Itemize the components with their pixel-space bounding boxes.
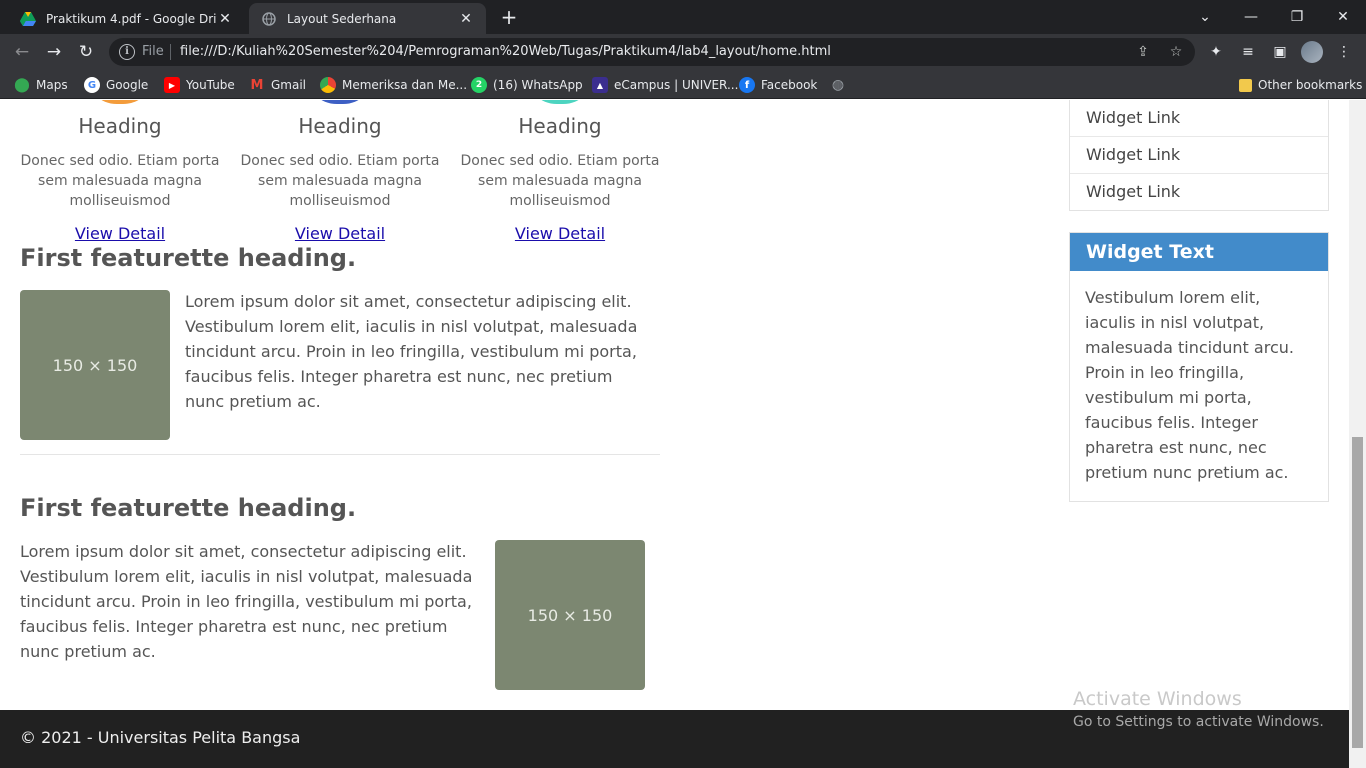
star-icon[interactable]: ☆ bbox=[1166, 42, 1186, 62]
column-text: Donec sed odio. Etiam porta sem malesuad… bbox=[20, 153, 220, 209]
folder-icon bbox=[1239, 78, 1252, 92]
media-icon[interactable]: ≡ bbox=[1238, 42, 1258, 62]
globe-icon: ◍ bbox=[831, 77, 845, 93]
new-tab-button[interactable]: + bbox=[498, 6, 520, 28]
tab-google-drive[interactable]: Praktikum 4.pdf - Google Drive ✕ bbox=[8, 3, 245, 34]
featurette-heading: First featurette heading. bbox=[20, 244, 357, 272]
bookmark-label: (16) WhatsApp bbox=[493, 78, 583, 92]
watermark-title: Activate Windows bbox=[1073, 688, 1242, 710]
other-bookmarks[interactable]: Other bookmarks bbox=[1239, 75, 1362, 95]
chrome-icon bbox=[320, 77, 336, 93]
page-viewport: Heading Donec sed odio. Etiam porta sem … bbox=[0, 100, 1366, 768]
google-icon: G bbox=[84, 77, 100, 93]
maps-icon: ⬤ bbox=[14, 77, 30, 93]
column-heading: Heading bbox=[298, 114, 382, 138]
url-scheme-label: File bbox=[142, 44, 164, 59]
browser-toolbar: ← → ↻ i File file:///D:/Kuliah%20Semeste… bbox=[0, 34, 1366, 70]
bookmarks-bar: ⬤ Maps G Google ▶ YouTube M Gmail Memeri… bbox=[0, 70, 1366, 99]
column-text: Donec sed odio. Etiam porta sem malesuad… bbox=[460, 153, 660, 209]
circle-image bbox=[525, 100, 595, 104]
menu-icon[interactable]: ⋮ bbox=[1334, 42, 1354, 62]
tab-title: Praktikum 4.pdf - Google Drive bbox=[46, 11, 217, 26]
bookmark-memeriksa[interactable]: Memeriksa dan Me... bbox=[320, 75, 467, 95]
close-icon[interactable]: ✕ bbox=[217, 11, 233, 27]
bookmark-maps[interactable]: ⬤ Maps bbox=[14, 75, 68, 95]
forward-icon[interactable]: → bbox=[42, 40, 66, 64]
featurette-image: 150 × 150 bbox=[20, 290, 170, 440]
tab-layout-sederhana[interactable]: Layout Sederhana ✕ bbox=[249, 3, 486, 34]
activation-watermark: Activate Windows Go to Settings to activ… bbox=[1073, 688, 1324, 730]
marketing-column: Heading Donec sed odio. Etiam porta sem … bbox=[240, 114, 440, 243]
featurette-text: Lorem ipsum dolor sit amet, consectetur … bbox=[185, 292, 638, 411]
bookmark-label: Maps bbox=[36, 78, 68, 92]
featurette-text: Lorem ipsum dolor sit amet, consectetur … bbox=[20, 542, 473, 661]
facebook-icon: f bbox=[739, 77, 755, 93]
bookmark-label: Other bookmarks bbox=[1258, 78, 1363, 92]
bookmark-label: Google bbox=[106, 78, 149, 92]
tab-strip: Praktikum 4.pdf - Google Drive ✕ Layout … bbox=[0, 0, 1366, 34]
widget-link[interactable]: Widget Link bbox=[1070, 100, 1328, 136]
globe-icon bbox=[261, 11, 277, 27]
close-icon[interactable]: ✕ bbox=[458, 11, 474, 27]
view-detail-link[interactable]: View Detail bbox=[515, 224, 605, 243]
bookmark-whatsapp[interactable]: 2 (16) WhatsApp bbox=[471, 75, 583, 95]
widget-text-panel: Widget Text Vestibulum lorem elit, iacul… bbox=[1069, 232, 1329, 502]
back-icon[interactable]: ← bbox=[10, 40, 34, 64]
widget-text-title: Widget Text bbox=[1070, 233, 1328, 271]
column-heading: Heading bbox=[78, 114, 162, 138]
bookmark-ecampus[interactable]: ▲ eCampus | UNIVER... bbox=[592, 75, 738, 95]
bookmark-label: Memeriksa dan Me... bbox=[342, 78, 468, 92]
column-text: Donec sed odio. Etiam porta sem malesuad… bbox=[240, 153, 440, 209]
bookmark-google[interactable]: G Google bbox=[84, 75, 148, 95]
restore-icon[interactable]: ❐ bbox=[1274, 0, 1320, 34]
watermark-subtitle: Go to Settings to activate Windows. bbox=[1073, 714, 1324, 730]
marketing-column: Heading Donec sed odio. Etiam porta sem … bbox=[460, 114, 660, 243]
bookmark-facebook[interactable]: f Facebook bbox=[739, 75, 817, 95]
reload-icon[interactable]: ↻ bbox=[74, 40, 98, 64]
extensions-icon[interactable]: ✦ bbox=[1206, 42, 1226, 62]
circle-image bbox=[85, 100, 155, 104]
widget-link[interactable]: Widget Link bbox=[1070, 173, 1328, 210]
widget-links-list: Widget Link Widget Link Widget Link bbox=[1069, 100, 1329, 211]
tab-search-icon[interactable]: ⌄ bbox=[1182, 0, 1228, 34]
footer-text: © 2021 - Universitas Pelita Bangsa bbox=[20, 728, 301, 747]
youtube-icon: ▶ bbox=[164, 77, 180, 93]
view-detail-link[interactable]: View Detail bbox=[295, 224, 385, 243]
bookmark-label: Facebook bbox=[761, 78, 818, 92]
google-drive-icon bbox=[20, 11, 36, 27]
view-detail-link[interactable]: View Detail bbox=[75, 224, 165, 243]
info-icon[interactable]: i bbox=[119, 44, 135, 60]
profile-avatar[interactable] bbox=[1301, 41, 1323, 63]
bookmark-youtube[interactable]: ▶ YouTube bbox=[164, 75, 235, 95]
widget-link[interactable]: Widget Link bbox=[1070, 136, 1328, 173]
tab-title: Layout Sederhana bbox=[287, 11, 397, 26]
gmail-icon: M bbox=[250, 77, 264, 93]
share-icon[interactable]: ⇪ bbox=[1133, 42, 1153, 62]
bookmark-label: YouTube bbox=[186, 78, 235, 92]
window-close-icon[interactable]: ✕ bbox=[1320, 0, 1366, 34]
bookmark-gmail[interactable]: M Gmail bbox=[249, 75, 306, 95]
side-panel-icon[interactable]: ▣ bbox=[1270, 42, 1290, 62]
bookmark-globe[interactable]: ◍ bbox=[830, 75, 852, 95]
column-heading: Heading bbox=[518, 114, 602, 138]
marketing-column: Heading Donec sed odio. Etiam porta sem … bbox=[20, 114, 220, 243]
featurette-heading: First featurette heading. bbox=[20, 494, 357, 522]
url-text[interactable]: file:///D:/Kuliah%20Semester%204/Pemrogr… bbox=[180, 44, 831, 59]
ecampus-icon: ▲ bbox=[592, 77, 608, 93]
whatsapp-icon: 2 bbox=[471, 77, 487, 93]
address-bar[interactable]: i File file:///D:/Kuliah%20Semester%204/… bbox=[109, 38, 1195, 66]
minimize-icon[interactable]: — bbox=[1228, 0, 1274, 34]
bookmark-label: eCampus | UNIVER... bbox=[614, 78, 739, 92]
circle-image bbox=[305, 100, 375, 104]
widget-text-body: Vestibulum lorem elit, iaculis in nisl v… bbox=[1085, 288, 1294, 482]
bookmark-label: Gmail bbox=[271, 78, 307, 92]
scrollbar-thumb[interactable] bbox=[1352, 437, 1363, 748]
divider bbox=[170, 44, 171, 60]
divider bbox=[20, 454, 660, 455]
featurette-image: 150 × 150 bbox=[495, 540, 645, 690]
